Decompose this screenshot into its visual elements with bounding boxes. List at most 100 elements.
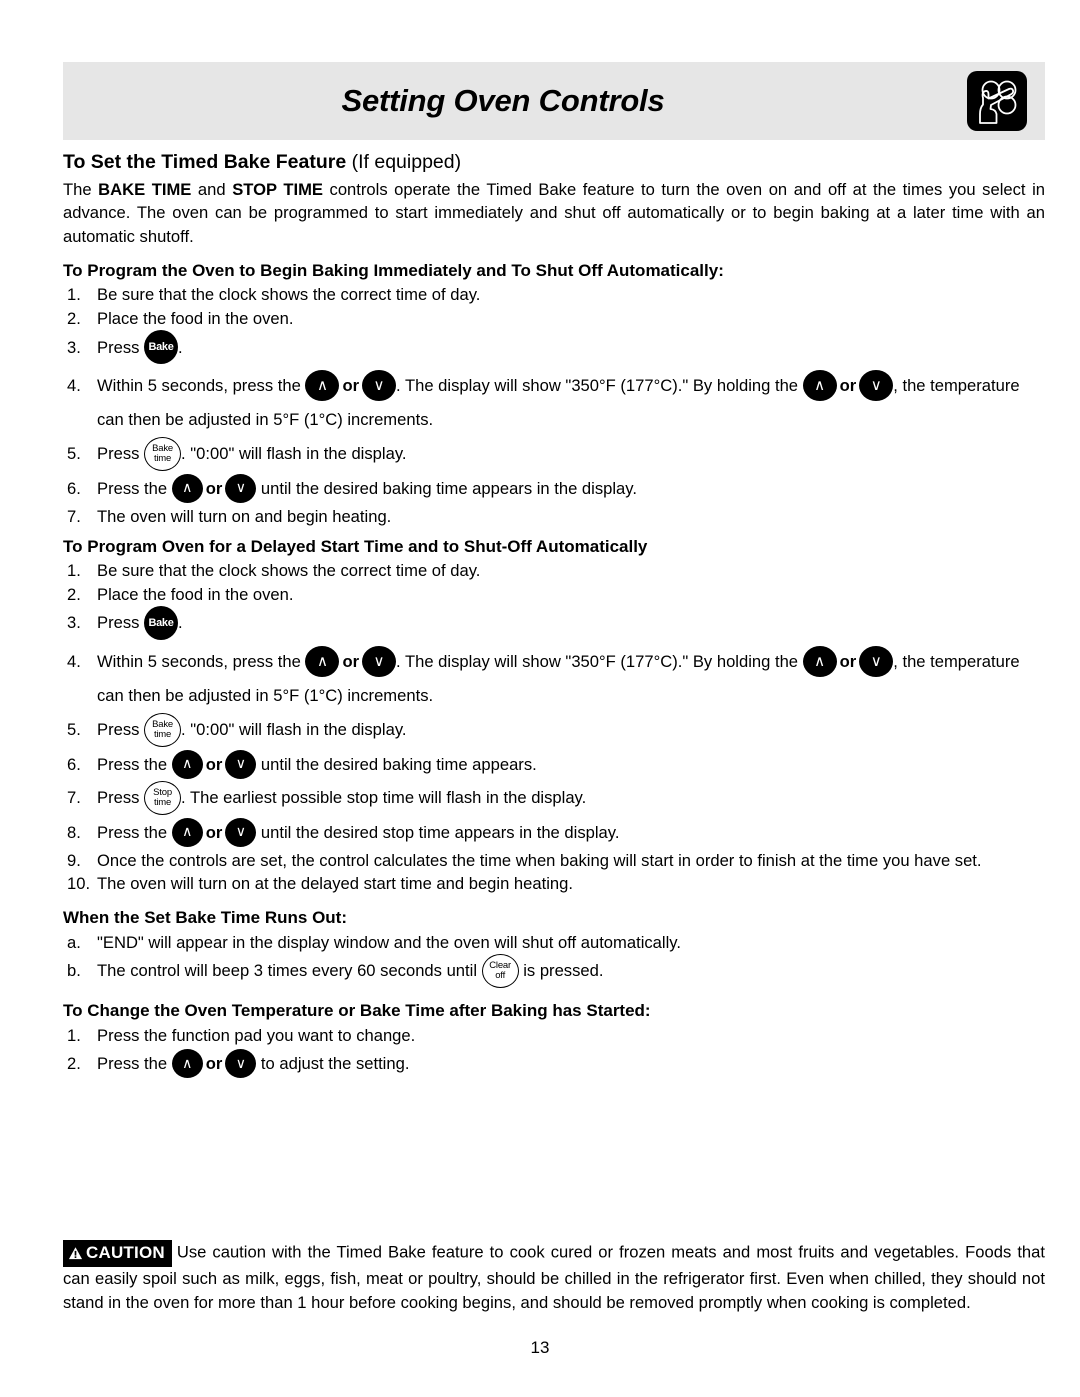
- list-item-number: 1.: [67, 561, 81, 581]
- arrow-down-key-icon[interactable]: ∨: [225, 1049, 257, 1079]
- arrow-down-key-icon[interactable]: ∨: [225, 473, 257, 503]
- or-separator: or: [839, 652, 857, 672]
- list-item-number: 3.: [67, 337, 81, 357]
- list-item-number: 7.: [67, 787, 81, 807]
- list-item-text: Press Bake time. "0:00" will flash in the…: [97, 436, 1045, 472]
- list-item-number: 8.: [67, 822, 81, 842]
- arrow-up-key-icon[interactable]: ∧: [305, 370, 340, 402]
- step-text-post: . The earliest possible stop time will f…: [181, 787, 587, 807]
- step-text-post: .: [178, 613, 183, 633]
- arrow-down-key-icon[interactable]: ∨: [859, 370, 894, 402]
- step-text-pre: Press the: [97, 754, 172, 774]
- list-item-number: 5.: [67, 444, 81, 464]
- list-item-number: 2.: [67, 584, 81, 604]
- caution-badge-label: CAUTION: [86, 1243, 165, 1262]
- warning-triangle-icon: [68, 1246, 83, 1259]
- arrow-down-key-icon[interactable]: ∨: [859, 646, 894, 678]
- caution-badge: CAUTION: [63, 1240, 172, 1268]
- step-text-post: . "0:00" will flash in the display.: [181, 720, 407, 740]
- step-text-pre: Press the: [97, 1054, 172, 1074]
- stop-time-label: STOP TIME: [232, 179, 323, 199]
- step-text-pre: Press: [97, 337, 145, 357]
- caution-text: Use caution with the Timed Bake feature …: [63, 1242, 1045, 1312]
- list-item: 5. Press Bake time. "0:00" will flash in …: [63, 712, 1045, 748]
- arrow-up-key-icon[interactable]: ∧: [171, 749, 203, 779]
- step-text-1: Within 5 seconds, press the: [97, 376, 306, 396]
- arrow-down-key-icon[interactable]: ∨: [362, 646, 397, 678]
- list-item: 6. Press the ∧ or ∨ until the desired baki…: [63, 472, 1045, 505]
- list-item: 10. The oven will turn on at the delayed…: [63, 872, 1045, 896]
- arrow-up-key-icon[interactable]: ∧: [802, 646, 837, 678]
- arrow-down-key-icon[interactable]: ∨: [225, 817, 257, 847]
- section-heading-bake-time-runs-out: When the Set Bake Time Runs Out:: [63, 907, 348, 927]
- list-item: 1. Be sure that the clock shows the corr…: [63, 283, 1045, 307]
- key-line-2: off: [495, 969, 506, 981]
- list-item-text: Be sure that the clock shows the correct…: [97, 561, 481, 581]
- list-item: 5. Press Bake time. "0:00" will flash in …: [63, 436, 1045, 472]
- arrow-up-key-icon[interactable]: ∧: [171, 1049, 203, 1079]
- list-item-text: Press Bake time. "0:00" will flash in the…: [97, 712, 1045, 748]
- arrow-up-key-icon[interactable]: ∧: [305, 646, 340, 678]
- list-item: b. The control will beep 3 times every 6…: [63, 953, 1045, 989]
- section-heading-change-temp-or-time: To Change the Oven Temperature or Bake T…: [63, 1000, 651, 1020]
- step-text-post: until the desired baking time appears in…: [256, 478, 637, 498]
- list-item-number: 7.: [67, 506, 81, 526]
- step-text-post: until the desired stop time appears in t…: [256, 822, 620, 842]
- list-item: 1. Press the function pad you want to ch…: [63, 1024, 1045, 1048]
- or-separator: or: [342, 652, 360, 672]
- manual-page: Setting Oven Controls To Set the Timed B…: [0, 0, 1080, 1397]
- bake-key-icon[interactable]: Bake: [144, 330, 179, 365]
- arrow-up-key-icon[interactable]: ∧: [171, 817, 203, 847]
- or-separator: or: [839, 376, 857, 396]
- list-item-number: 5.: [67, 720, 81, 740]
- list-item-number: b.: [67, 961, 81, 981]
- step-text-post: until the desired baking time appears.: [256, 754, 537, 774]
- step-text-pre: Press the: [97, 478, 172, 498]
- clear-off-key-icon[interactable]: Clear off: [481, 953, 519, 988]
- stop-time-key-icon[interactable]: Stop time: [144, 780, 182, 815]
- step-text-pre: Press: [97, 613, 145, 633]
- list-item-text: Within 5 seconds, press the ∧ or ∨. The di…: [97, 645, 1045, 713]
- list-item: 7. Press Stop time. The earliest possible…: [63, 780, 1045, 816]
- arrow-up-key-icon[interactable]: ∧: [802, 370, 837, 402]
- list-item-text: Press the ∧ or ∨ until the desired baking …: [97, 472, 1045, 505]
- bake-time-key-icon[interactable]: Bake time: [144, 436, 182, 471]
- list-item-text: Press the ∧ or ∨ until the desired baking …: [97, 748, 1045, 781]
- or-separator: or: [205, 1054, 223, 1074]
- section-heading-delayed-start: To Program Oven for a Delayed Start Time…: [63, 536, 648, 556]
- step-text-pre: Press: [97, 787, 145, 807]
- list-item-text: Within 5 seconds, press the ∧ or ∨. The di…: [97, 369, 1045, 437]
- step-text-post: to adjust the setting.: [256, 1054, 410, 1074]
- arrow-down-key-icon[interactable]: ∨: [362, 370, 397, 402]
- list-item-text: Once the controls are set, the control c…: [97, 850, 982, 870]
- hand-pressing-controls-icon: [967, 71, 1027, 131]
- list-item-text: Press the function pad you want to chang…: [97, 1025, 416, 1045]
- page-number: 13: [530, 1338, 550, 1357]
- caution-block: CAUTION Use caution with the Timed Bake …: [63, 1240, 1045, 1314]
- step-text-pre: Press: [97, 444, 145, 464]
- list-item-text: The oven will turn on at the delayed sta…: [97, 874, 573, 894]
- list-item: 6. Press the ∧ or ∨ until the desired baki…: [63, 748, 1045, 781]
- bake-key-icon[interactable]: Bake: [144, 606, 179, 641]
- list-item: 2. Place the food in the oven.: [63, 307, 1045, 331]
- list-item-text: Press Bake.: [97, 606, 1045, 641]
- list-item: 1. Be sure that the clock shows the corr…: [63, 559, 1045, 583]
- page-header-band: Setting Oven Controls: [63, 62, 1045, 140]
- list-item: 9. Once the controls are set, the contro…: [63, 849, 1045, 873]
- list-item: 2. Place the food in the oven.: [63, 583, 1045, 607]
- bake-time-key-icon[interactable]: Bake time: [144, 712, 182, 747]
- arrow-up-key-icon[interactable]: ∧: [171, 473, 203, 503]
- list-item-number: a.: [67, 932, 81, 952]
- bake-time-label: BAKE TIME: [98, 179, 192, 199]
- list-item: 4. Within 5 seconds, press the ∧ or ∨. The…: [63, 369, 1045, 437]
- list-item: 3. Press Bake.: [63, 330, 1045, 366]
- intro-text-2: and: [191, 179, 233, 199]
- step-text-post: is pressed.: [518, 961, 604, 981]
- list-item: 2. Press the ∧ or ∨ to adjust the setting.: [63, 1047, 1045, 1080]
- step-text-pre: The control will beep 3 times every 60 s…: [97, 961, 482, 981]
- or-separator: or: [342, 376, 360, 396]
- list-item-number: 4.: [67, 652, 81, 672]
- arrow-down-key-icon[interactable]: ∨: [225, 749, 257, 779]
- list-item: 3. Press Bake.: [63, 606, 1045, 641]
- step-text-post: .: [178, 337, 183, 357]
